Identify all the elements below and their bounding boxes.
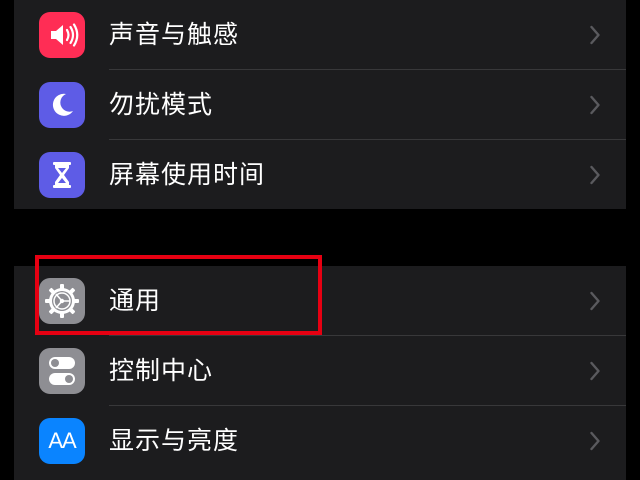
settings-row-label: 屏幕使用时间 xyxy=(109,160,266,189)
settings-row-label: 勿扰模式 xyxy=(109,90,214,119)
settings-row-label: 声音与触感 xyxy=(109,20,240,49)
chevron-right-icon xyxy=(590,291,600,311)
chevron-right-icon xyxy=(590,361,600,381)
chevron-right-icon xyxy=(590,95,600,115)
settings-group-1: 声音与触感 勿扰模式 屏幕使用时间 xyxy=(14,0,626,209)
settings-row-control-center[interactable]: 控制中心 xyxy=(14,336,626,406)
chevron-right-icon xyxy=(590,165,600,185)
settings-screen: 声音与触感 勿扰模式 屏幕使用时间 通用 控制中心 AA 显示与亮度 xyxy=(0,0,640,480)
toggles-icon xyxy=(39,348,85,394)
highlight-box xyxy=(35,255,322,335)
hourglass-icon xyxy=(39,152,85,198)
speaker-icon xyxy=(39,12,85,58)
chevron-right-icon xyxy=(590,25,600,45)
settings-row-screen-time[interactable]: 屏幕使用时间 xyxy=(14,140,626,210)
settings-row-sounds-haptics[interactable]: 声音与触感 xyxy=(14,0,626,70)
chevron-right-icon xyxy=(590,431,600,451)
settings-row-display-brightness[interactable]: AA 显示与亮度 xyxy=(14,406,626,476)
text-size-icon-glyph: AA xyxy=(48,428,76,453)
settings-row-label: 显示与亮度 xyxy=(109,426,240,455)
moon-icon xyxy=(39,82,85,128)
settings-row-label: 控制中心 xyxy=(109,356,214,385)
text-size-icon: AA xyxy=(39,418,85,464)
settings-row-do-not-disturb[interactable]: 勿扰模式 xyxy=(14,70,626,140)
